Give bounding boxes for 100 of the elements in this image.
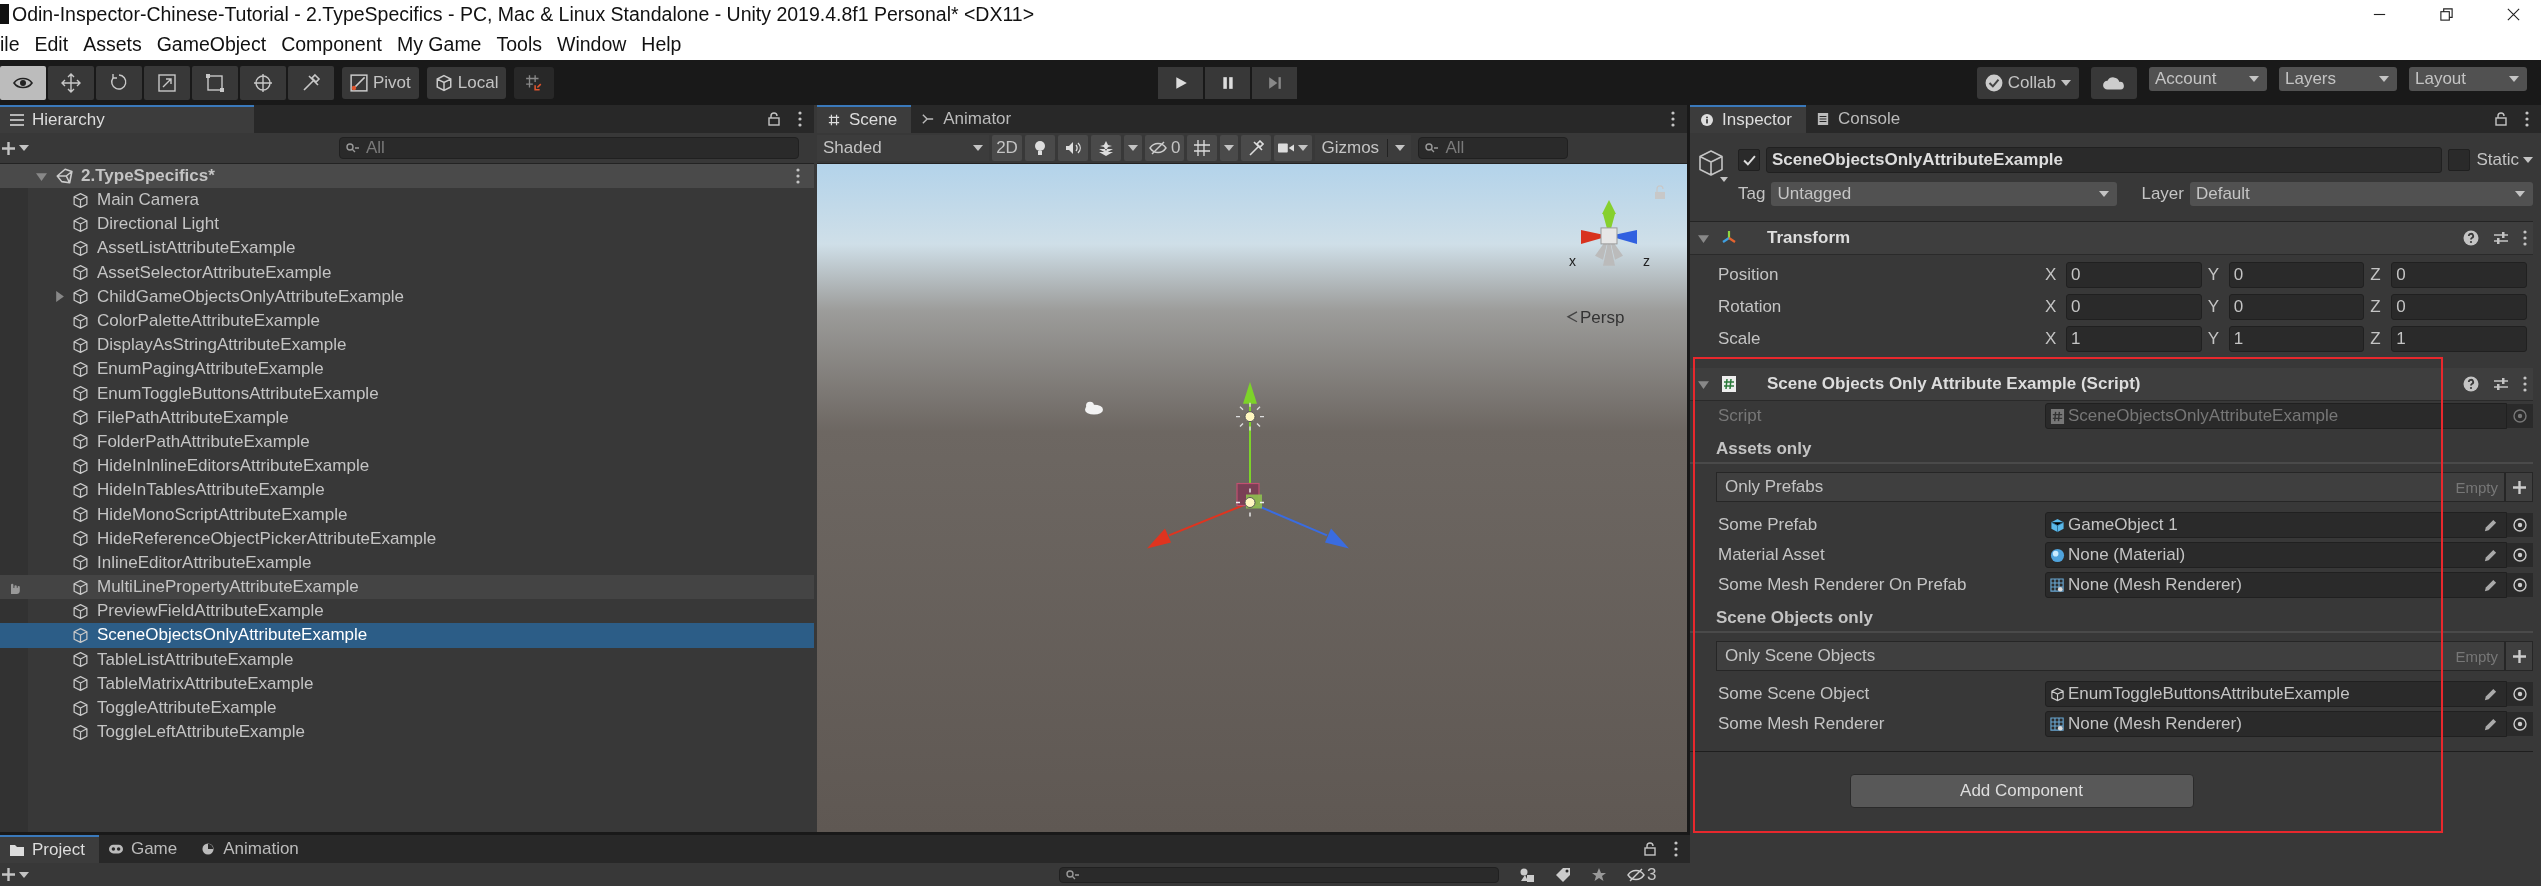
hierarchy-item[interactable]: ToggleAttributeExample <box>0 695 814 721</box>
more-menu-icon[interactable] <box>798 111 802 127</box>
menu-item[interactable]: Help <box>641 32 682 56</box>
gizmos-dropdown[interactable]: Gizmos <box>1315 135 1412 161</box>
object-field[interactable]: None (Material) <box>2045 542 2507 568</box>
step-button[interactable] <box>1252 66 1297 99</box>
hidden-packages-toggle[interactable]: 3 <box>1627 864 1657 885</box>
lock-icon[interactable] <box>1644 842 1656 856</box>
project-tab[interactable]: Game <box>98 835 192 863</box>
preset-sliders-icon[interactable] <box>2493 230 2509 246</box>
tool-button[interactable] <box>192 65 238 100</box>
axis-label[interactable]: X <box>2045 297 2066 317</box>
inspector-tab[interactable]: Inspector <box>1690 105 1806 133</box>
search-field[interactable] <box>1059 866 1499 883</box>
static-dropdown[interactable]: Static <box>2476 150 2533 170</box>
hierarchy-item[interactable]: HideInTablesAttributeExample <box>0 478 814 503</box>
add-item-button[interactable] <box>2505 641 2533 671</box>
pivot-button[interactable]: Pivot <box>342 66 419 99</box>
hierarchy-item[interactable]: ColorPaletteAttributeExample <box>0 308 814 334</box>
tool-button[interactable] <box>48 65 94 100</box>
axis-label[interactable]: Y <box>2207 329 2229 349</box>
2d-toggle[interactable]: 2D <box>992 135 1022 161</box>
grid-snap-button[interactable] <box>514 66 555 99</box>
orientation-gizmo-drawing[interactable] <box>1581 199 1637 266</box>
hierarchy-item[interactable]: PreviewFieldAttributeExample <box>0 599 814 624</box>
star-icon[interactable] <box>1591 866 1607 883</box>
add-component-button[interactable]: Add Component <box>1849 774 2194 808</box>
foldout-arrow-icon[interactable] <box>1698 378 1709 390</box>
expand-arrow-icon[interactable] <box>54 291 65 303</box>
more-menu-icon[interactable] <box>2523 230 2527 246</box>
menu-item[interactable]: Component <box>281 32 382 56</box>
tag-dropdown[interactable]: Untagged <box>1771 182 2118 206</box>
project-tab[interactable]: Project <box>0 835 99 863</box>
hierarchy-item[interactable]: ToggleLeftAttributeExample <box>0 720 814 745</box>
menu-item[interactable]: My Game <box>396 32 482 56</box>
hierarchy-item[interactable]: TableMatrixAttributeExample <box>0 671 814 696</box>
foldout-arrow-icon[interactable] <box>1698 232 1709 244</box>
hierarchy-item[interactable]: SceneObjectsOnlyAttributeExample <box>0 623 814 648</box>
hierarchy-item[interactable]: Main Camera <box>0 188 814 213</box>
grid-toggle[interactable] <box>1187 135 1218 161</box>
hierarchy-item[interactable]: HideReferenceObjectPickerAttributeExample <box>0 526 814 551</box>
add-item-button[interactable] <box>2505 472 2533 502</box>
close-icon[interactable] <box>2506 6 2521 22</box>
hierarchy-item[interactable]: FilePathAttributeExample <box>0 405 814 430</box>
object-field[interactable]: None (Mesh Renderer) <box>2045 572 2507 598</box>
project-tab[interactable]: Animation <box>191 835 313 863</box>
object-picker-icon[interactable] <box>2507 573 2533 597</box>
hierarchy-item[interactable]: ChildGameObjectsOnlyAttributeExample <box>0 284 814 309</box>
search-field[interactable]: All <box>1418 137 1569 159</box>
add-button[interactable] <box>2 141 29 155</box>
axis-label[interactable]: Y <box>2207 265 2229 285</box>
active-checkbox[interactable] <box>1738 149 1760 171</box>
menu-item[interactable]: GameObject <box>156 32 267 56</box>
grid-dropdown[interactable] <box>1220 135 1239 161</box>
axis-label[interactable]: Z <box>2370 265 2392 285</box>
hierarchy-item[interactable]: DisplayAsStringAttributeExample <box>0 333 814 358</box>
number-field[interactable]: 0 <box>2228 262 2365 288</box>
restore-icon[interactable] <box>2439 6 2454 22</box>
hierarchy-item[interactable]: MultiLinePropertyAttributeExample <box>0 575 814 600</box>
menu-item[interactable]: Tools <box>496 32 542 56</box>
more-menu-icon[interactable] <box>2525 111 2529 127</box>
scene-view-tab[interactable]: Animator <box>911 105 1026 133</box>
menu-item[interactable]: Window <box>557 32 627 56</box>
audio-toggle[interactable] <box>1058 135 1088 161</box>
number-field[interactable]: 0 <box>2066 262 2202 288</box>
pencil-icon[interactable] <box>2483 686 2498 702</box>
pencil-icon[interactable] <box>2483 716 2498 732</box>
hierarchy-item[interactable]: AssetListAttributeExample <box>0 236 814 261</box>
lighting-toggle[interactable] <box>1025 135 1055 161</box>
effects-dropdown[interactable] <box>1124 135 1142 161</box>
number-field[interactable]: 0 <box>2391 294 2527 320</box>
lock-icon[interactable] <box>768 112 780 126</box>
pencil-icon[interactable] <box>2483 547 2498 563</box>
more-menu-icon[interactable] <box>2523 376 2527 392</box>
play-button[interactable] <box>1158 66 1203 99</box>
tools-toggle[interactable] <box>1241 135 1272 161</box>
tool-button[interactable] <box>96 65 142 100</box>
object-picker-icon[interactable] <box>2507 712 2533 736</box>
tool-button[interactable] <box>240 65 286 100</box>
collab-button[interactable]: Collab <box>1976 66 2079 99</box>
search-field[interactable]: All <box>339 137 799 159</box>
hierarchy-item[interactable]: InlineEditorAttributeExample <box>0 550 814 575</box>
cloud-button[interactable] <box>2091 66 2137 99</box>
object-field[interactable]: EnumToggleButtonsAttributeExample <box>2045 681 2507 707</box>
number-field[interactable]: 1 <box>2228 326 2365 352</box>
hierarchy-tab[interactable]: Hierarchy <box>0 105 254 133</box>
persp-label[interactable]: Persp <box>1580 307 1625 327</box>
menu-item[interactable]: Assets <box>83 32 142 56</box>
tool-button[interactable] <box>288 65 334 100</box>
axis-label[interactable]: Z <box>2370 297 2392 317</box>
hierarchy-item[interactable]: EnumToggleButtonsAttributeExample <box>0 381 814 406</box>
menu-item[interactable]: Edit <box>34 32 69 56</box>
axis-label[interactable]: Y <box>2207 297 2229 317</box>
number-field[interactable]: 0 <box>2391 262 2527 288</box>
hierarchy-item[interactable]: HideMonoScriptAttributeExample <box>0 502 814 527</box>
tag-icon[interactable] <box>1555 866 1571 883</box>
inspector-tab[interactable]: Console <box>1805 105 1915 133</box>
object-picker-icon[interactable] <box>2507 543 2533 567</box>
hierarchy-item[interactable]: EnumPagingAttributeExample <box>0 357 814 382</box>
preset-sliders-icon[interactable] <box>2493 376 2509 392</box>
